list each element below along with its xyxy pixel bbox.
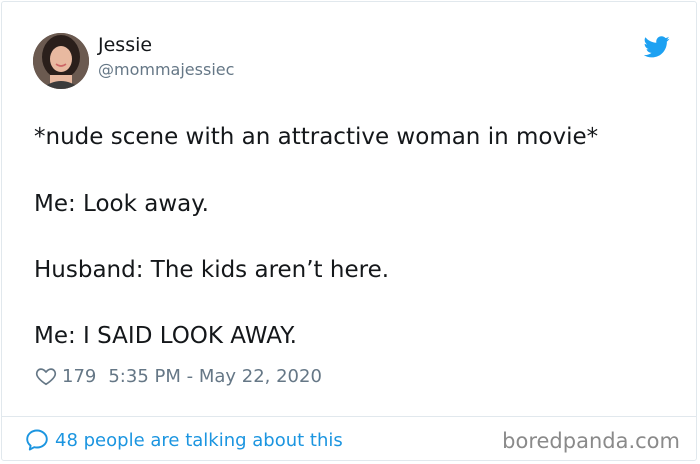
conversation-text[interactable]: 48 people are talking about this xyxy=(55,430,343,451)
heart-icon[interactable] xyxy=(35,365,57,387)
author-handle[interactable]: @mommajessiec xyxy=(98,60,234,79)
tweet-text-line-3: Husband: The kids aren’t here. xyxy=(34,257,390,283)
like-count[interactable]: 179 xyxy=(62,366,96,387)
profile-photo-icon xyxy=(33,33,89,89)
tweet-text-line-2: Me: Look away. xyxy=(34,191,209,217)
watermark: boredpanda.com xyxy=(502,429,680,453)
tweet-timestamp[interactable]: 5:35 PM - May 22, 2020 xyxy=(108,366,322,387)
divider xyxy=(2,416,696,417)
author-name[interactable]: Jessie xyxy=(98,34,152,56)
twitter-bird-icon[interactable] xyxy=(644,36,670,58)
speech-bubble-icon xyxy=(26,429,48,451)
avatar[interactable] xyxy=(33,33,89,89)
tweet-meta: 179 5:35 PM - May 22, 2020 xyxy=(35,365,322,387)
tweet-text-line-4: Me: I SAID LOOK AWAY. xyxy=(34,323,297,349)
tweet-card: Jessie @mommajessiec *nude scene with an… xyxy=(1,1,697,461)
conversation-link[interactable]: 48 people are talking about this xyxy=(25,428,343,452)
tweet-text-line-1: *nude scene with an attractive woman in … xyxy=(34,124,599,150)
